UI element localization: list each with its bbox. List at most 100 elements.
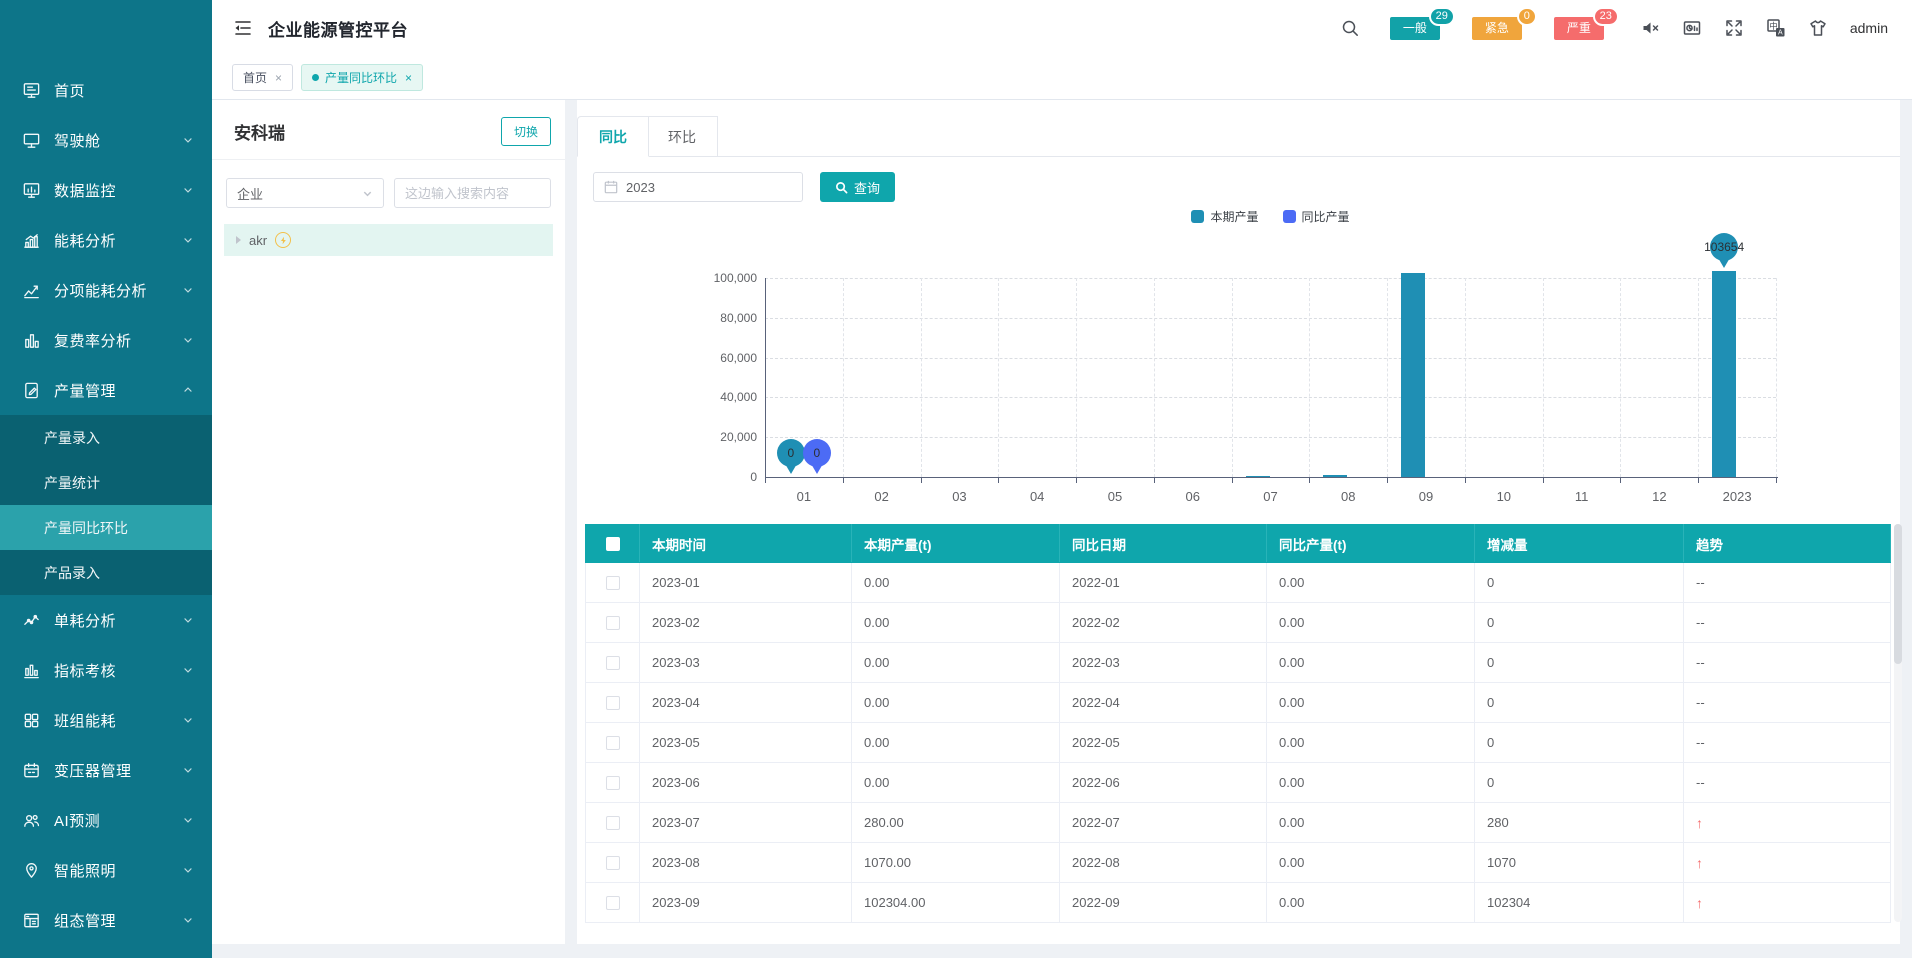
- chevron-down-icon: [182, 814, 194, 826]
- search-icon: [835, 181, 848, 194]
- compare-table: 本期时间本期产量(t)同比日期同比产量(t)增减量趋势 2023-010.002…: [585, 524, 1891, 923]
- language-switch-icon[interactable]: 中A: [1766, 18, 1786, 38]
- sidebar-item-label: 分项能耗分析: [54, 280, 182, 301]
- table-cell: 0.00: [1267, 763, 1475, 803]
- tree-search-input[interactable]: [394, 178, 551, 208]
- chart-plot-area: 00103654: [765, 278, 1776, 477]
- tree-type-select[interactable]: 企业: [226, 178, 384, 208]
- sidebar-item-production[interactable]: 产量管理: [0, 365, 212, 415]
- sidebar-item-ai-forecast[interactable]: AI预测: [0, 795, 212, 845]
- row-checkbox[interactable]: [606, 736, 620, 750]
- marker-value: 103654: [1704, 240, 1744, 254]
- sidebar-item-sub-energy[interactable]: 分项能耗分析: [0, 265, 212, 315]
- app-root: 首页驾驶舱数据监控能耗分析分项能耗分析复费率分析产量管理产量录入产量统计产量同比…: [0, 0, 1912, 958]
- username[interactable]: admin: [1850, 20, 1888, 36]
- table-cell: 2022-07: [1060, 803, 1267, 843]
- record-monitor-icon[interactable]: [1682, 18, 1702, 38]
- sidebar-item-cockpit[interactable]: 驾驶舱: [0, 115, 212, 165]
- sidebar-item-lighting[interactable]: 智能照明: [0, 845, 212, 895]
- table-cell: 1070.00: [852, 843, 1060, 883]
- close-icon[interactable]: ×: [405, 71, 412, 85]
- sidebar-item-scada[interactable]: 组态管理: [0, 895, 212, 945]
- marker-pin-本期产量: 0: [777, 439, 805, 477]
- table-cell: 2022-04: [1060, 683, 1267, 723]
- mute-speaker-icon[interactable]: [1640, 18, 1660, 38]
- table-scrollbar-thumb[interactable]: [1894, 524, 1902, 664]
- sidebar-subitem[interactable]: 产量统计: [0, 460, 212, 505]
- select-all-checkbox[interactable]: [606, 537, 620, 551]
- sidebar-item-kpi[interactable]: 指标考核: [0, 645, 212, 695]
- compare-tab-huanbi[interactable]: 环比: [646, 116, 718, 157]
- compare-tabs: 同比环比: [577, 100, 1900, 157]
- sidebar-item-label: 复费率分析: [54, 330, 182, 351]
- gridline: [998, 278, 999, 477]
- sidebar-item-label: AI预测: [54, 810, 182, 831]
- nav-tab-active[interactable]: 产量同比环比×: [301, 64, 423, 91]
- close-icon[interactable]: ×: [275, 71, 282, 85]
- table-cell: 0: [1475, 723, 1684, 763]
- x-tick-label: 2023: [1702, 489, 1772, 504]
- row-checkbox[interactable]: [606, 696, 620, 710]
- sidebar-item-energy-analysis[interactable]: 能耗分析: [0, 215, 212, 265]
- alarm-badge[interactable]: 一般29: [1390, 17, 1440, 40]
- marker-pin-本期产量: 103654: [1710, 233, 1738, 271]
- caret-right-icon[interactable]: [236, 236, 241, 244]
- gridline: [1465, 278, 1466, 477]
- alarm-badge[interactable]: 严重23: [1554, 17, 1604, 40]
- bar-本期产量-07: [1246, 476, 1270, 477]
- sidebar-item-team-energy[interactable]: 班组能耗: [0, 695, 212, 745]
- row-checkbox[interactable]: [606, 816, 620, 830]
- table-cell: 2022-03: [1060, 643, 1267, 683]
- sidebar-item-rate-analysis[interactable]: 复费率分析: [0, 315, 212, 365]
- theme-shirt-icon[interactable]: [1808, 18, 1828, 38]
- column-header: 同比产量(t): [1267, 525, 1475, 563]
- table-cell: 2023-02: [640, 603, 852, 643]
- year-picker[interactable]: 2023: [593, 172, 803, 202]
- sidebar-subitem-active[interactable]: 产量同比环比: [0, 505, 212, 550]
- sidebar-item-label: 组态管理: [54, 910, 182, 931]
- fullscreen-icon[interactable]: [1724, 18, 1744, 38]
- switch-button[interactable]: 切换: [501, 117, 551, 146]
- axis-tick: [1698, 478, 1699, 483]
- alarm-badge[interactable]: 紧急0: [1472, 17, 1522, 40]
- row-checkbox[interactable]: [606, 776, 620, 790]
- sidebar-subitem[interactable]: 产量录入: [0, 415, 212, 460]
- query-button[interactable]: 查询: [820, 172, 895, 202]
- chevron-down-icon: [182, 764, 194, 776]
- production-compare-chart: 本期产量同比产量 020,00040,00060,00080,000100,00…: [577, 206, 1900, 516]
- row-checkbox[interactable]: [606, 856, 620, 870]
- x-tick-label: 12: [1624, 489, 1694, 504]
- row-checkbox[interactable]: [606, 616, 620, 630]
- axis-tick: [1232, 478, 1233, 483]
- tree-node[interactable]: akr: [224, 224, 553, 256]
- sidebar-collapse-icon[interactable]: [232, 17, 254, 39]
- search-icon[interactable]: [1340, 18, 1360, 38]
- compare-tab-tongbi[interactable]: 同比: [577, 116, 649, 157]
- table-cell: 0: [1475, 563, 1684, 603]
- legend-item[interactable]: 本期产量: [1191, 208, 1258, 225]
- row-checkbox[interactable]: [606, 656, 620, 670]
- legend-item[interactable]: 同比产量: [1283, 208, 1350, 225]
- table-cell: 2023-06: [640, 763, 852, 803]
- nav-tab-chip[interactable]: 首页×: [232, 64, 293, 91]
- unit-analysis-icon: [22, 611, 41, 630]
- gridline: [1309, 278, 1310, 477]
- axis-tick: [1076, 478, 1077, 483]
- trend-up-icon: ↑: [1696, 815, 1703, 831]
- trend-flat: --: [1696, 695, 1705, 710]
- table-scrollbar[interactable]: [1894, 524, 1902, 922]
- sidebar-subitem[interactable]: 产品录入: [0, 550, 212, 595]
- chevron-down-icon: [182, 614, 194, 626]
- row-checkbox[interactable]: [606, 896, 620, 910]
- sidebar-item-unit-analysis[interactable]: 单耗分析: [0, 595, 212, 645]
- trend-flat: --: [1696, 575, 1705, 590]
- row-checkbox[interactable]: [606, 576, 620, 590]
- table-cell: 0.00: [1267, 603, 1475, 643]
- legend-swatch: [1283, 210, 1296, 223]
- tree-title: 安科瑞: [234, 119, 285, 144]
- sidebar-item-transformer[interactable]: 变压器管理: [0, 745, 212, 795]
- trend-cell: --: [1684, 603, 1891, 643]
- sidebar-item-home[interactable]: 首页: [0, 65, 212, 115]
- legend-label: 本期产量: [1210, 208, 1258, 225]
- sidebar-item-data-monitor[interactable]: 数据监控: [0, 165, 212, 215]
